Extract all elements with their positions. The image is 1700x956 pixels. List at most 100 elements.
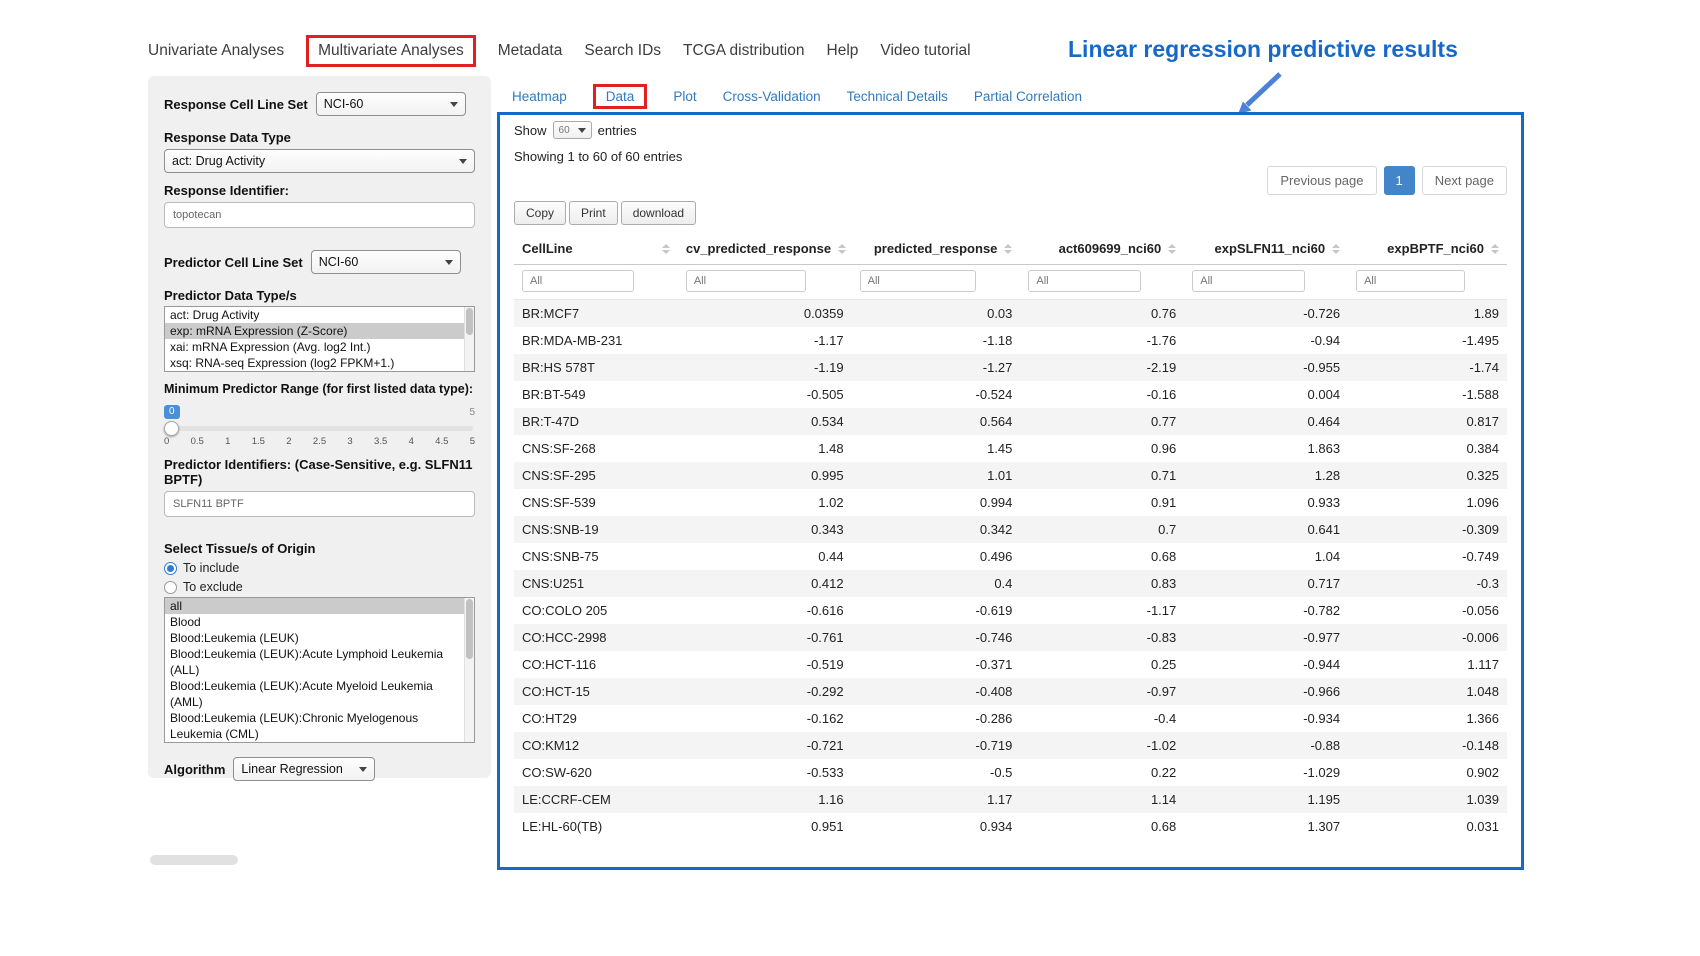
- value-cell: 0.031: [1348, 813, 1507, 840]
- column-header-act609699-nci60[interactable]: act609699_nci60: [1020, 233, 1184, 265]
- show-entries-row: Show 60 entries: [514, 121, 1507, 139]
- algorithm-row: Algorithm Linear Regression: [164, 757, 475, 781]
- list-option[interactable]: Blood:Leukemia (LEUK):Acute Lymphoid Leu…: [165, 646, 474, 678]
- table-filter-row: [514, 265, 1507, 300]
- tab-cross-validation[interactable]: Cross-Validation: [723, 89, 821, 104]
- value-cell: -0.88: [1184, 732, 1348, 759]
- value-cell: -0.519: [678, 651, 852, 678]
- sort-icon[interactable]: [1168, 244, 1176, 254]
- table-row: CO:KM12-0.721-0.719-1.02-0.88-0.148: [514, 732, 1507, 759]
- tissue-exclude-radio[interactable]: To exclude: [164, 580, 475, 594]
- value-cell: 0.534: [678, 408, 852, 435]
- list-option[interactable]: act: Drug Activity: [165, 307, 474, 323]
- value-cell: -0.006: [1348, 624, 1507, 651]
- tab-heatmap[interactable]: Heatmap: [512, 89, 567, 104]
- scrollbar[interactable]: [464, 307, 474, 371]
- show-entries-suffix: entries: [598, 123, 637, 138]
- response-identifier-input[interactable]: [164, 202, 475, 228]
- slider-track[interactable]: [166, 426, 473, 431]
- chevron-down-icon: [445, 260, 453, 265]
- slider-tick: 1.5: [252, 436, 265, 447]
- list-option[interactable]: Blood:Leukemia (LEUK):Acute Myeloid Leuk…: [165, 678, 474, 710]
- list-option[interactable]: Blood:Leukemia (LEUK):Chronic Myelogenou…: [165, 710, 474, 742]
- previous-page-button[interactable]: Previous page: [1267, 166, 1376, 195]
- value-cell: 0.76: [1020, 300, 1184, 328]
- tab-partial-correlation[interactable]: Partial Correlation: [974, 89, 1082, 104]
- predictor-cell-line-set-value: NCI-60: [319, 255, 359, 269]
- slider-max-label: 5: [469, 407, 475, 418]
- sort-icon[interactable]: [1004, 244, 1012, 254]
- page-1-button[interactable]: 1: [1384, 166, 1415, 195]
- tissue-include-label: To include: [183, 561, 239, 575]
- value-cell: 1.17: [852, 786, 1021, 813]
- list-option[interactable]: xai: mRNA Expression (Avg. log2 Int.): [165, 339, 474, 355]
- value-cell: -1.02: [1020, 732, 1184, 759]
- filter-input-act609699-nci60[interactable]: [1028, 270, 1140, 292]
- column-header-expbptf-nci60[interactable]: expBPTF_nci60: [1348, 233, 1507, 265]
- sort-icon[interactable]: [1332, 244, 1340, 254]
- scrollbar[interactable]: [464, 598, 474, 742]
- print-button[interactable]: Print: [569, 201, 618, 225]
- value-cell: -0.4: [1020, 705, 1184, 732]
- filter-input-predicted-response[interactable]: [860, 270, 976, 292]
- sort-icon[interactable]: [1491, 244, 1499, 254]
- download-button[interactable]: download: [621, 201, 696, 225]
- tab-technical-details[interactable]: Technical Details: [847, 89, 948, 104]
- cellline-cell: BR:MDA-MB-231: [514, 327, 678, 354]
- list-option-selected[interactable]: all: [165, 598, 474, 614]
- value-cell: -0.3: [1348, 570, 1507, 597]
- min-predictor-range-slider[interactable]: 0 5 0 0.5 1 1.5 2 2.5 3 3.5 4 4.5 5: [164, 405, 475, 449]
- next-page-button[interactable]: Next page: [1422, 166, 1507, 195]
- value-cell: 0.951: [678, 813, 852, 840]
- nav-tcga-distribution[interactable]: TCGA distribution: [683, 42, 804, 60]
- results-table: CellLine cv_predicted_response predicted…: [514, 233, 1507, 840]
- tab-data[interactable]: Data: [593, 84, 648, 109]
- tissue-exclude-label: To exclude: [183, 580, 243, 594]
- list-option[interactable]: Blood: [165, 614, 474, 630]
- predictor-identifiers-input[interactable]: [164, 491, 475, 517]
- scrollbar-thumb[interactable]: [466, 599, 473, 659]
- column-header-predicted-response[interactable]: predicted_response: [852, 233, 1021, 265]
- value-cell: -1.029: [1184, 759, 1348, 786]
- value-cell: 1.096: [1348, 489, 1507, 516]
- nav-search-ids[interactable]: Search IDs: [584, 42, 661, 60]
- value-cell: -0.616: [678, 597, 852, 624]
- list-option[interactable]: xsq: RNA-seq Expression (log2 FPKM+1.): [165, 355, 474, 371]
- scrollbar-thumb[interactable]: [466, 308, 473, 335]
- response-cell-line-set-select[interactable]: NCI-60: [316, 92, 466, 116]
- value-cell: 1.89: [1348, 300, 1507, 328]
- value-cell: -0.977: [1184, 624, 1348, 651]
- chevron-down-icon: [450, 102, 458, 107]
- nav-multivariate-analyses[interactable]: Multivariate Analyses: [306, 35, 476, 67]
- nav-video-tutorial[interactable]: Video tutorial: [880, 42, 970, 60]
- annotation-title: Linear regression predictive results: [1068, 36, 1458, 63]
- sort-icon[interactable]: [838, 244, 846, 254]
- filter-input-expslfn11-nci60[interactable]: [1192, 270, 1304, 292]
- response-cell-line-set-label: Response Cell Line Set: [164, 97, 308, 112]
- filter-input-cellline[interactable]: [522, 270, 634, 292]
- column-header-cv-predicted-response[interactable]: cv_predicted_response: [678, 233, 852, 265]
- value-cell: -0.749: [1348, 543, 1507, 570]
- slider-handle[interactable]: [164, 421, 179, 436]
- copy-button[interactable]: Copy: [514, 201, 566, 225]
- show-entries-select[interactable]: 60: [553, 121, 592, 139]
- algorithm-select[interactable]: Linear Regression: [233, 757, 375, 781]
- nav-univariate-analyses[interactable]: Univariate Analyses: [148, 42, 284, 60]
- sort-icon[interactable]: [662, 244, 670, 254]
- nav-metadata[interactable]: Metadata: [498, 42, 563, 60]
- pagination: Previous page 1 Next page: [514, 166, 1507, 195]
- tissue-include-radio[interactable]: To include: [164, 561, 475, 575]
- value-cell: 0.902: [1348, 759, 1507, 786]
- nav-help[interactable]: Help: [827, 42, 859, 60]
- filter-input-expbptf-nci60[interactable]: [1356, 270, 1465, 292]
- list-option-selected[interactable]: exp: mRNA Expression (Z-Score): [165, 323, 474, 339]
- value-cell: 0.03: [852, 300, 1021, 328]
- list-option[interactable]: Blood:Leukemia (LEUK): [165, 630, 474, 646]
- table-row: BR:T-47D0.5340.5640.770.4640.817: [514, 408, 1507, 435]
- predictor-cell-line-set-select[interactable]: NCI-60: [311, 250, 461, 274]
- column-header-expslfn11-nci60[interactable]: expSLFN11_nci60: [1184, 233, 1348, 265]
- column-header-cellline[interactable]: CellLine: [514, 233, 678, 265]
- response-data-type-select[interactable]: act: Drug Activity: [164, 149, 475, 173]
- tab-plot[interactable]: Plot: [673, 89, 696, 104]
- filter-input-cv-predicted-response[interactable]: [686, 270, 806, 292]
